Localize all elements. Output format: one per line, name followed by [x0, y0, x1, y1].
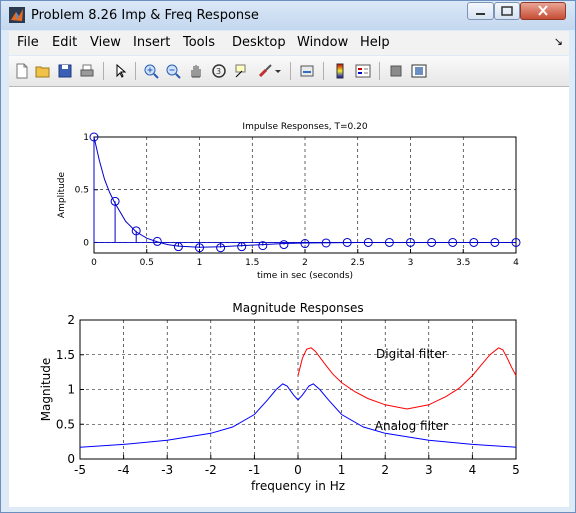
pointer-icon[interactable]: [110, 61, 130, 81]
chart-title: Magnitude Responses: [232, 301, 363, 315]
y-tick-label: 0: [67, 452, 75, 466]
toolbar-separator: [135, 62, 136, 80]
x-tick-label: 1.5: [245, 258, 259, 268]
menu-window[interactable]: Window: [297, 35, 348, 50]
toolbar-separator: [103, 62, 104, 80]
svg-text:3: 3: [216, 67, 221, 76]
data-cursor-icon[interactable]: [231, 61, 251, 81]
figure-toolbar: 3: [9, 56, 569, 87]
minimize-button[interactable]: [467, 2, 494, 20]
x-tick-label: 0: [294, 463, 302, 477]
menu-tools[interactable]: Tools: [183, 35, 215, 50]
plots-svg: 0 0.5 1 1.5 2 2.5 3 3.5 4 0 0.5 1 Impulse Responses,…: [39, 122, 521, 493]
save-icon[interactable]: [55, 61, 75, 81]
zoom-out-icon[interactable]: [163, 61, 183, 81]
matlab-logo-icon: [9, 7, 25, 23]
x-tick-label: 5: [512, 463, 520, 477]
y-tick-label: 0.5: [75, 186, 89, 196]
y-tick-label: 1: [67, 383, 75, 397]
y-tick-label: 0.5: [56, 417, 75, 431]
x-tick-label: 1: [197, 258, 203, 268]
chart-title: Impulse Responses, T=0.20: [242, 122, 367, 132]
dock-figure-icon[interactable]: ↘: [554, 35, 563, 48]
menu-help[interactable]: Help: [360, 35, 390, 50]
show-plot-tools-icon[interactable]: [409, 61, 429, 81]
toolbar-separator: [379, 62, 380, 80]
brush-menu-icon[interactable]: [272, 61, 284, 81]
x-axis-label: frequency in Hz: [251, 479, 345, 493]
link-plot-icon[interactable]: [297, 61, 317, 81]
x-tick-label: 3.5: [456, 258, 470, 268]
legend-icon[interactable]: [353, 61, 373, 81]
colorbar-icon[interactable]: [330, 61, 350, 81]
x-axis-label: time in sec (seconds): [257, 271, 353, 281]
close-icon: [538, 5, 548, 16]
close-button[interactable]: [520, 2, 566, 20]
minimize-icon: [476, 13, 485, 15]
maximize-button[interactable]: [494, 2, 520, 20]
x-tick-label: 0: [91, 258, 97, 268]
x-tick-label: 2: [381, 463, 389, 477]
menu-edit[interactable]: Edit: [52, 35, 77, 50]
x-tick-label: -5: [74, 463, 86, 477]
toolbar-separator: [323, 62, 324, 80]
y-tick-label: 1: [83, 133, 89, 143]
window-title: Problem 8.26 Imp & Freq Response: [31, 8, 259, 23]
y-tick-label: 0: [83, 238, 89, 248]
menu-insert[interactable]: Insert: [133, 35, 170, 50]
print-icon[interactable]: [77, 61, 97, 81]
toolbar-separator: [290, 62, 291, 80]
y-tick-label: 2: [67, 313, 75, 327]
new-figure-icon[interactable]: [12, 61, 32, 81]
pan-icon[interactable]: [186, 61, 206, 81]
x-tick-label: 2.5: [351, 258, 365, 268]
x-tick-label: 0.5: [140, 258, 154, 268]
menu-bar: File Edit View Insert Tools Desktop Wind…: [9, 31, 569, 55]
figure-canvas: 0 0.5 1 1.5 2 2.5 3 3.5 4 0 0.5 1 Impulse Responses,…: [9, 87, 569, 507]
x-tick-label: 3: [425, 463, 433, 477]
open-file-icon[interactable]: [33, 61, 53, 81]
menu-desktop[interactable]: Desktop: [232, 35, 286, 50]
maximize-icon: [501, 6, 513, 16]
x-tick-label: -4: [118, 463, 130, 477]
menu-file[interactable]: File: [17, 35, 39, 50]
x-tick-label: 1: [338, 463, 346, 477]
menu-view[interactable]: View: [90, 35, 121, 50]
zoom-in-icon[interactable]: [141, 61, 161, 81]
x-tick-label: -2: [205, 463, 217, 477]
x-tick-label: 2: [302, 258, 308, 268]
title-bar[interactable]: Problem 8.26 Imp & Freq Response: [1, 1, 575, 30]
y-tick-label: 1.5: [56, 348, 75, 362]
y-axis-label: Magnitude: [39, 358, 53, 422]
x-tick-label: -3: [161, 463, 173, 477]
matlab-figure-window: Problem 8.26 Imp & Freq Response File Ed…: [0, 0, 576, 513]
x-tick-label: 3: [408, 258, 414, 268]
rotate-3d-icon[interactable]: 3: [209, 61, 229, 81]
analog-filter-annotation: Analog filter: [375, 419, 448, 433]
hide-plot-tools-icon[interactable]: [386, 61, 406, 81]
y-axis-label: Amplitude: [57, 171, 67, 218]
x-tick-label: 4: [513, 258, 519, 268]
x-tick-label: 4: [469, 463, 477, 477]
x-tick-label: -1: [248, 463, 260, 477]
digital-filter-annotation: Digital filter: [376, 347, 447, 361]
